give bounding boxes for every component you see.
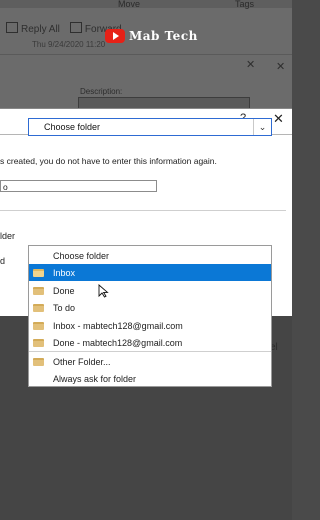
dropdown-divider <box>29 351 271 352</box>
dropdown-option-done-account[interactable]: Done - mabtech128@gmail.com <box>29 334 271 351</box>
chevron-down-icon[interactable]: ⌄ <box>253 119 271 135</box>
message-date: Thu 9/24/2020 11:20 <box>32 40 106 49</box>
dropdown-option-other-folder[interactable]: Other Folder... <box>29 353 271 370</box>
background-close-icon: ✕ <box>246 59 256 71</box>
folder-dropdown-list: Choose folder Inbox Done To do Inbox - m… <box>28 245 272 387</box>
play-icon <box>105 29 125 43</box>
blank-icon <box>33 375 44 383</box>
name-input[interactable]: o <box>0 180 157 192</box>
dropdown-option-to-do[interactable]: To do <box>29 299 271 316</box>
info-text: s created, you do not have to enter this… <box>0 156 217 166</box>
folder-select[interactable]: Choose folder ⌄ <box>28 118 272 136</box>
folder-icon <box>33 268 44 277</box>
blank-icon <box>33 252 44 260</box>
dropdown-option-always-ask[interactable]: Always ask for folder <box>29 370 271 387</box>
ribbon-move-label: Move <box>118 0 141 9</box>
close-button[interactable]: ✕ <box>273 111 284 127</box>
mouse-pointer-icon <box>98 284 109 298</box>
forward-icon <box>69 22 82 33</box>
ribbon-tags-label: Tags <box>235 0 255 9</box>
logo-text: Mab Tech <box>129 29 198 43</box>
folder-icon <box>33 303 44 312</box>
folder-icon <box>33 321 44 330</box>
section-divider <box>0 210 286 211</box>
dropdown-option-inbox[interactable]: Inbox <box>29 264 271 281</box>
folder-icon <box>33 286 44 295</box>
background-close-icon-2: ✕ <box>276 61 286 73</box>
channel-logo: Mab Tech <box>105 29 198 43</box>
folder-icon <box>33 338 44 347</box>
reply-all-icon <box>6 22 18 33</box>
folder-icon <box>33 357 44 366</box>
label-fragment: d <box>0 256 6 266</box>
dropdown-option-choose-folder[interactable]: Choose folder <box>29 247 271 264</box>
folder-label: lder <box>0 231 16 241</box>
dropdown-option-done[interactable]: Done <box>29 282 271 299</box>
reply-all-button[interactable]: Reply All <box>6 22 60 35</box>
dropdown-option-inbox-account[interactable]: Inbox - mabtech128@gmail.com <box>29 317 271 334</box>
folder-select-value: Choose folder <box>44 122 101 132</box>
divider <box>0 54 292 55</box>
description-label: Description: <box>80 87 123 96</box>
dialog-border <box>0 108 292 109</box>
